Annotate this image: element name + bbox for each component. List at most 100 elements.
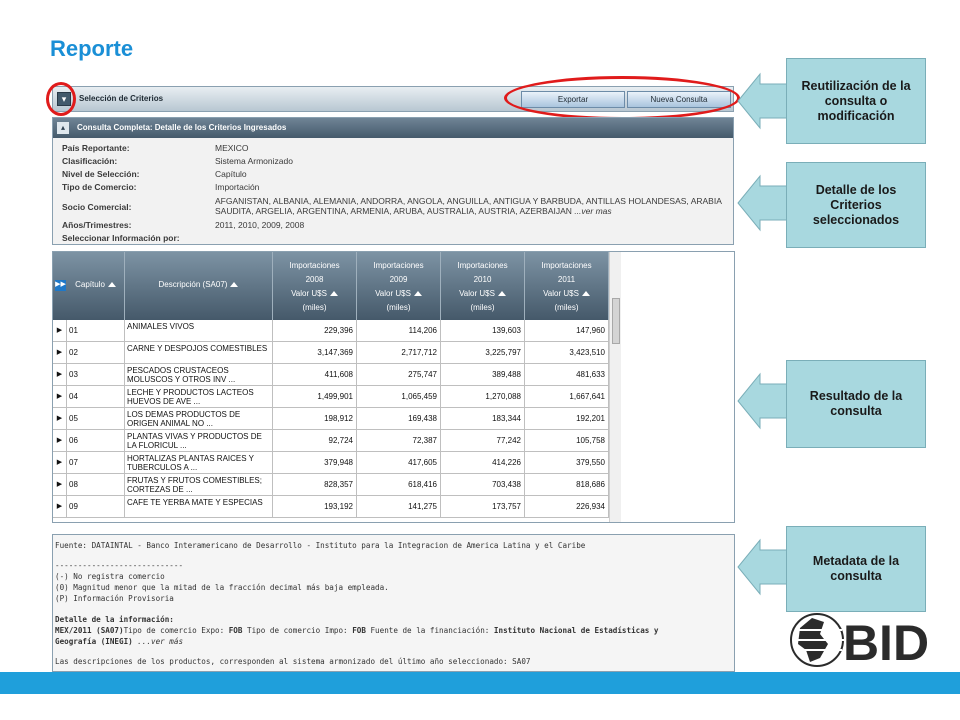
cell-capitulo: 08 [67, 474, 125, 496]
cell-value: 481,633 [525, 364, 609, 386]
sort-asc-icon [581, 291, 590, 297]
cell-value: 379,948 [273, 452, 357, 474]
expand-row-icon[interactable]: ▶ [53, 452, 67, 474]
cell-value: 1,270,088 [441, 386, 525, 408]
meta-fin-value: Instituto Nacional de Estadísticas y [493, 626, 659, 635]
partner-list: AFGANISTAN, ALBANIA, ALEMANIA, ANDORRA, … [215, 196, 722, 216]
col-header-text: Capítulo [75, 280, 105, 289]
cell-descripcion: ANIMALES VIVOS [125, 320, 273, 342]
meta-fin-label: Fuente de la financiación: [365, 626, 494, 635]
expand-row-icon[interactable]: ▶ [53, 474, 67, 496]
table-header: ▶▶ Capítulo Descripción (SA07) Importaci… [53, 252, 609, 320]
table-empty-area [621, 252, 734, 522]
table-row[interactable]: ▶ 02 CARNE Y DESPOJOS COMESTIBLES 3,147,369… [53, 342, 609, 364]
detail-value: Sistema Armonizado [215, 156, 293, 166]
col-header-unit: Valor U$S [459, 289, 495, 298]
col-header-text: Descripción (SA07) [158, 280, 228, 289]
table-row[interactable]: ▶ 01 ANIMALES VIVOS 229,396 114,206 139,603 14… [53, 320, 609, 342]
col-header-descripcion[interactable]: Descripción (SA07) [125, 252, 273, 320]
cell-value: 2,717,712 [357, 342, 441, 364]
meta-legend-item: (-) No registra comercio [55, 572, 165, 581]
col-header-scale: (miles) [386, 303, 411, 312]
col-header-scale: (miles) [554, 303, 579, 312]
meta-legend-item: (P) Información Provisoria [55, 594, 174, 603]
table-row[interactable]: ▶ 05 LOS DEMAS PRODUCTOS DE ORIGEN ANIMAL … [53, 408, 609, 430]
detail-label: Tipo de Comercio: [62, 182, 137, 192]
callout-result: Resultado de la consulta [786, 360, 926, 448]
meta-see-more-link[interactable]: ...ver más [133, 637, 183, 646]
fast-forward-icon[interactable]: ▶▶ [55, 280, 66, 291]
cell-descripcion: PESCADOS CRUSTACEOS MOLUSCOS Y OTROS INV… [125, 364, 273, 386]
meta-expo-value: FOB [228, 626, 243, 635]
cell-value: 192,201 [525, 408, 609, 430]
scroll-thumb[interactable] [612, 298, 620, 344]
criteria-label: Selección de Criterios [79, 94, 164, 103]
expand-row-icon[interactable]: ▶ [53, 496, 67, 518]
table-row[interactable]: ▶ 04 LECHE Y PRODUCTOS LACTEOS HUEVOS DE A… [53, 386, 609, 408]
meta-impo-value: FOB [352, 626, 366, 635]
sort-asc-icon [497, 291, 506, 297]
cell-value: 414,226 [441, 452, 525, 474]
cell-value: 147,960 [525, 320, 609, 342]
expand-row-icon[interactable]: ▶ [53, 408, 67, 430]
callout-arrow-result [737, 372, 789, 430]
table-row[interactable]: ▶ 09 CAFE TE YERBA MATE Y ESPECIAS 193,192 1… [53, 496, 609, 518]
detail-label: País Reportante: [62, 143, 130, 153]
metadata-panel: Fuente: DATAINTAL - Banco Interamericano… [52, 534, 735, 672]
col-header-2010[interactable]: Importaciones 2010 Valor U$S (miles) [441, 252, 525, 320]
cell-value: 105,758 [525, 430, 609, 452]
cell-value: 417,605 [357, 452, 441, 474]
cell-value: 618,416 [357, 474, 441, 496]
detail-value: Importación [215, 182, 260, 192]
cell-value: 114,206 [357, 320, 441, 342]
callout-reuse: Reutilización de la consulta o modificac… [786, 58, 926, 144]
bid-logo-text: BID [843, 615, 929, 670]
table-row[interactable]: ▶ 03 PESCADOS CRUSTACEOS MOLUSCOS Y OTROS … [53, 364, 609, 386]
cell-value: 77,242 [441, 430, 525, 452]
cell-value: 1,499,901 [273, 386, 357, 408]
sort-asc-icon [107, 282, 116, 288]
meta-separator: ---------------------------- [55, 561, 184, 570]
cell-descripcion: CARNE Y DESPOJOS COMESTIBLES [125, 342, 273, 364]
detail-value: Capítulo [215, 169, 247, 179]
col-header-2011[interactable]: Importaciones 2011 Valor U$S (miles) [525, 252, 609, 320]
cell-value: 229,396 [273, 320, 357, 342]
cell-value: 173,757 [441, 496, 525, 518]
meta-impo-label: Tipo de comercio Impo: [242, 626, 353, 635]
collapse-icon[interactable]: ▴ [57, 122, 69, 134]
cell-value: 411,608 [273, 364, 357, 386]
cell-capitulo: 05 [67, 408, 125, 430]
table-row[interactable]: ▶ 06 PLANTAS VIVAS Y PRODUCTOS DE LA FLORI… [53, 430, 609, 452]
cell-value: 1,065,459 [357, 386, 441, 408]
col-header-2009[interactable]: Importaciones 2009 Valor U$S (miles) [357, 252, 441, 320]
cell-value: 1,667,641 [525, 386, 609, 408]
cell-value: 141,275 [357, 496, 441, 518]
table-row[interactable]: ▶ 07 HORTALIZAS PLANTAS RAICES Y TUBERCULO… [53, 452, 609, 474]
col-header-capitulo[interactable]: Capítulo [67, 252, 125, 320]
see-more-link[interactable]: ...ver mas [574, 206, 611, 216]
meta-fin-value-2: Geografía (INEGI) [55, 637, 133, 646]
highlight-ellipse-buttons [504, 76, 740, 120]
criteria-detail-panel: ▴ Consulta Completa: Detalle de los Crit… [52, 117, 734, 245]
col-header-2008[interactable]: Importaciones 2008 Valor U$S (miles) [273, 252, 357, 320]
cell-descripcion: PLANTAS VIVAS Y PRODUCTOS DE LA FLORICUL… [125, 430, 273, 452]
callout-meta: Metadata de la consulta [786, 526, 926, 612]
expand-row-icon[interactable]: ▶ [53, 364, 67, 386]
sort-asc-icon [413, 291, 422, 297]
expand-row-icon[interactable]: ▶ [53, 320, 67, 342]
meta-note: Las descripciones de los productos, corr… [55, 657, 531, 666]
cell-capitulo: 01 [67, 320, 125, 342]
table-row[interactable]: ▶ 08 FRUTAS Y FRUTOS COMESTIBLES; CORTEZAS… [53, 474, 609, 496]
cell-value: 379,550 [525, 452, 609, 474]
expand-row-icon[interactable]: ▶ [53, 342, 67, 364]
col-header-unit: Valor U$S [543, 289, 579, 298]
expand-row-icon[interactable]: ▶ [53, 430, 67, 452]
detail-label: Seleccionar Información por: [62, 233, 180, 243]
col-header-text: Importaciones [289, 261, 340, 270]
expand-row-icon[interactable]: ▶ [53, 386, 67, 408]
table-scrollbar[interactable] [609, 252, 621, 522]
sort-asc-icon [230, 282, 239, 288]
cell-value: 193,192 [273, 496, 357, 518]
cell-capitulo: 06 [67, 430, 125, 452]
callout-arrow-meta [737, 538, 789, 596]
